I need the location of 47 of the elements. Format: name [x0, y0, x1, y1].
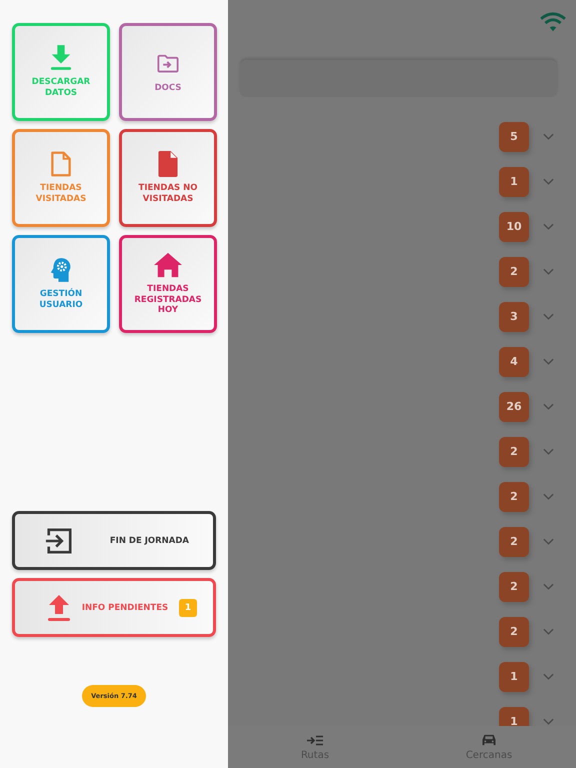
menu-tile[interactable]: TIENDAS VISITADAS: [12, 129, 110, 227]
head-gear-icon: [50, 257, 72, 284]
count-badge: 2: [499, 256, 529, 286]
enter-icon: [45, 526, 73, 554]
download-icon: [50, 45, 72, 72]
chevron-down-icon[interactable]: [543, 178, 554, 186]
menu-tile[interactable]: DOCS: [119, 23, 217, 121]
count-badge: 1: [499, 662, 529, 692]
upload-icon: [45, 594, 73, 622]
chevron-down-icon[interactable]: [543, 538, 554, 546]
count-badge: 5: [499, 122, 529, 152]
chevron-down-icon[interactable]: [543, 222, 554, 230]
count-badge: 1: [499, 706, 529, 726]
file-icon: [50, 151, 72, 178]
menu-tile[interactable]: TIENDAS REGISTRADAS HOY: [119, 235, 217, 333]
wifi-icon: [540, 12, 566, 32]
menu-tile[interactable]: DESCARGAR DATOS: [12, 23, 110, 121]
chevron-down-icon[interactable]: [543, 312, 554, 320]
count-badge: 26: [499, 392, 529, 422]
count-badge: 2: [499, 616, 529, 646]
count-badge: 2: [499, 526, 529, 556]
action-button[interactable]: INFO PENDIENTES 1: [12, 578, 216, 637]
count-badge: 10: [499, 212, 529, 242]
menu-tile[interactable]: TIENDAS NO VISITADAS: [119, 129, 217, 227]
chevron-down-icon[interactable]: [543, 448, 554, 456]
action-button[interactable]: FIN DE JORNADA: [12, 511, 216, 570]
count-badge: 2: [499, 436, 529, 466]
house-icon: [153, 252, 183, 278]
count-badge: 2: [499, 482, 529, 512]
chevron-down-icon[interactable]: [543, 492, 554, 500]
chevron-down-icon[interactable]: [543, 358, 554, 366]
count-badge: 4: [499, 346, 529, 376]
count-badge: 3: [499, 302, 529, 332]
chevron-down-icon[interactable]: [543, 582, 554, 590]
count-badge: 2: [499, 572, 529, 602]
menu-tile[interactable]: GESTIÓN USUARIO: [12, 235, 110, 333]
pending-count-badge: 1: [179, 598, 197, 616]
file-icon: [157, 151, 179, 178]
chevron-down-icon[interactable]: [543, 132, 554, 140]
chevron-down-icon[interactable]: [543, 402, 554, 410]
chevron-down-icon[interactable]: [543, 718, 554, 726]
chevron-down-icon[interactable]: [543, 268, 554, 276]
car-icon: [481, 734, 497, 746]
chevron-down-icon[interactable]: [543, 672, 554, 680]
count-badge: 1: [499, 166, 529, 196]
chevron-down-icon[interactable]: [543, 628, 554, 636]
arrow-list-icon: [307, 734, 323, 746]
